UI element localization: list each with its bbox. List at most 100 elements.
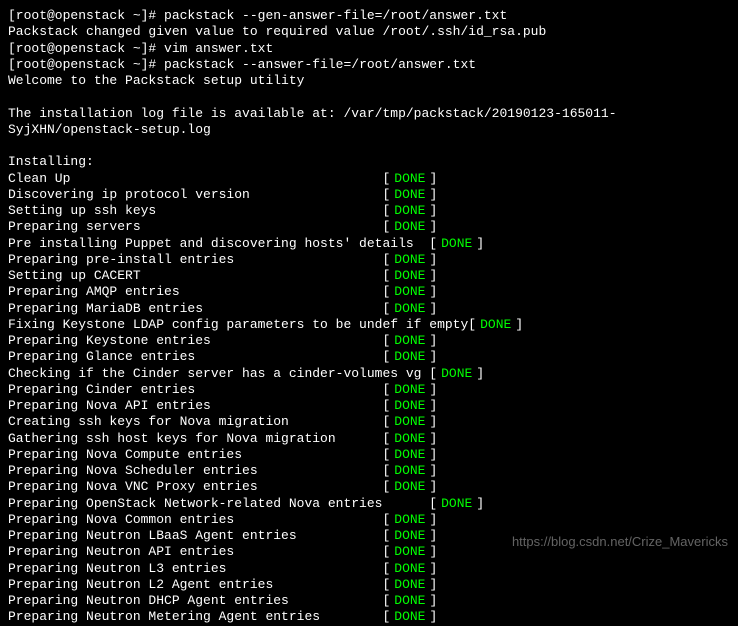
- status-done: DONE: [390, 512, 429, 528]
- bracket-close: ]: [430, 284, 438, 300]
- watermark-text: https://blog.csdn.net/Crize_Mavericks: [512, 534, 728, 550]
- install-task-line: Preparing Neutron L3 entries [DONE]: [8, 561, 730, 577]
- bracket-open: [: [382, 544, 390, 560]
- task-name: Creating ssh keys for Nova migration: [8, 414, 382, 430]
- bracket-close: ]: [430, 414, 438, 430]
- status-done: DONE: [390, 593, 429, 609]
- task-name: Preparing Cinder entries: [8, 382, 382, 398]
- bracket-close: ]: [430, 203, 438, 219]
- terminal-line: The installation log file is available a…: [8, 106, 730, 139]
- bracket-open: [: [382, 301, 390, 317]
- bracket-open: [: [382, 447, 390, 463]
- status-done: DONE: [390, 463, 429, 479]
- bracket-close: ]: [430, 463, 438, 479]
- status-done: DONE: [437, 366, 476, 382]
- bracket-open: [: [382, 219, 390, 235]
- shell-command: packstack --gen-answer-file=/root/answer…: [164, 8, 507, 23]
- status-done: DONE: [390, 398, 429, 414]
- terminal-line: [root@openstack ~]# vim answer.txt: [8, 41, 730, 57]
- status-done: DONE: [390, 203, 429, 219]
- bracket-close: ]: [430, 349, 438, 365]
- bracket-open: [: [468, 317, 476, 333]
- terminal-line: [root@openstack ~]# packstack --gen-answ…: [8, 8, 730, 24]
- status-done: DONE: [390, 544, 429, 560]
- bracket-close: ]: [430, 398, 438, 414]
- install-task-line: Preparing MariaDB entries [DONE]: [8, 301, 730, 317]
- bracket-open: [: [382, 463, 390, 479]
- bracket-open: [: [429, 236, 437, 252]
- shell-prompt: [root@openstack ~]#: [8, 41, 164, 56]
- status-done: DONE: [390, 431, 429, 447]
- task-name: Gathering ssh host keys for Nova migrati…: [8, 431, 382, 447]
- task-name: Preparing Neutron API entries: [8, 544, 382, 560]
- bracket-open: [: [382, 398, 390, 414]
- install-task-line: Preparing Neutron Metering Agent entries…: [8, 609, 730, 625]
- terminal-line: Welcome to the Packstack setup utility: [8, 73, 730, 89]
- bracket-open: [: [382, 171, 390, 187]
- shell-command: packstack --answer-file=/root/answer.txt: [164, 57, 476, 72]
- install-task-line: Setting up CACERT [DONE]: [8, 268, 730, 284]
- task-name: Preparing Nova Compute entries: [8, 447, 382, 463]
- terminal-line: Packstack changed given value to require…: [8, 24, 730, 40]
- task-name: Preparing pre-install entries: [8, 252, 382, 268]
- install-task-line: Preparing pre-install entries [DONE]: [8, 252, 730, 268]
- status-done: DONE: [390, 414, 429, 430]
- status-done: DONE: [390, 171, 429, 187]
- terminal-line: [root@openstack ~]# packstack --answer-f…: [8, 57, 730, 73]
- bracket-close: ]: [515, 317, 523, 333]
- install-task-line: Preparing Glance entries [DONE]: [8, 349, 730, 365]
- status-done: DONE: [390, 187, 429, 203]
- bracket-close: ]: [430, 593, 438, 609]
- bracket-close: ]: [430, 219, 438, 235]
- bracket-close: ]: [430, 301, 438, 317]
- bracket-close: ]: [430, 512, 438, 528]
- task-name: Preparing Nova Scheduler entries: [8, 463, 382, 479]
- status-done: DONE: [390, 609, 429, 625]
- bracket-open: [: [382, 252, 390, 268]
- bracket-close: ]: [430, 187, 438, 203]
- task-name: Preparing MariaDB entries: [8, 301, 382, 317]
- bracket-open: [: [382, 382, 390, 398]
- status-done: DONE: [390, 268, 429, 284]
- install-task-line: Setting up ssh keys [DONE]: [8, 203, 730, 219]
- shell-prompt: [root@openstack ~]#: [8, 57, 164, 72]
- bracket-close: ]: [430, 171, 438, 187]
- install-task-line: Preparing Neutron DHCP Agent entries [DO…: [8, 593, 730, 609]
- task-name: Pre installing Puppet and discovering ho…: [8, 236, 429, 252]
- bracket-open: [: [429, 366, 437, 382]
- bracket-close: ]: [430, 528, 438, 544]
- status-done: DONE: [390, 349, 429, 365]
- task-name: Preparing Neutron LBaaS Agent entries: [8, 528, 382, 544]
- bracket-open: [: [382, 512, 390, 528]
- task-name: Preparing Neutron Metering Agent entries: [8, 609, 382, 625]
- status-done: DONE: [390, 284, 429, 300]
- status-done: DONE: [390, 301, 429, 317]
- status-done: DONE: [390, 382, 429, 398]
- install-task-line: Clean Up [DONE]: [8, 171, 730, 187]
- bracket-open: [: [382, 528, 390, 544]
- bracket-open: [: [429, 496, 437, 512]
- bracket-open: [: [382, 479, 390, 495]
- task-name: Discovering ip protocol version: [8, 187, 382, 203]
- task-name: Fixing Keystone LDAP config parameters t…: [8, 317, 468, 333]
- bracket-open: [: [382, 268, 390, 284]
- bracket-close: ]: [430, 382, 438, 398]
- task-name: Preparing Nova API entries: [8, 398, 382, 414]
- install-task-line: Discovering ip protocol version [DONE]: [8, 187, 730, 203]
- task-name: Preparing Keystone entries: [8, 333, 382, 349]
- install-task-line: Preparing OpenStack Network-related Nova…: [8, 496, 730, 512]
- task-name: Checking if the Cinder server has a cind…: [8, 366, 429, 382]
- bracket-open: [: [382, 187, 390, 203]
- bracket-close: ]: [430, 333, 438, 349]
- bracket-close: ]: [430, 561, 438, 577]
- bracket-close: ]: [430, 544, 438, 560]
- bracket-open: [: [382, 593, 390, 609]
- bracket-open: [: [382, 333, 390, 349]
- bracket-close: ]: [430, 447, 438, 463]
- status-done: DONE: [390, 577, 429, 593]
- bracket-open: [: [382, 561, 390, 577]
- install-task-line: Preparing Keystone entries [DONE]: [8, 333, 730, 349]
- bracket-open: [: [382, 577, 390, 593]
- bracket-open: [: [382, 414, 390, 430]
- terminal-line: Installing:: [8, 154, 730, 170]
